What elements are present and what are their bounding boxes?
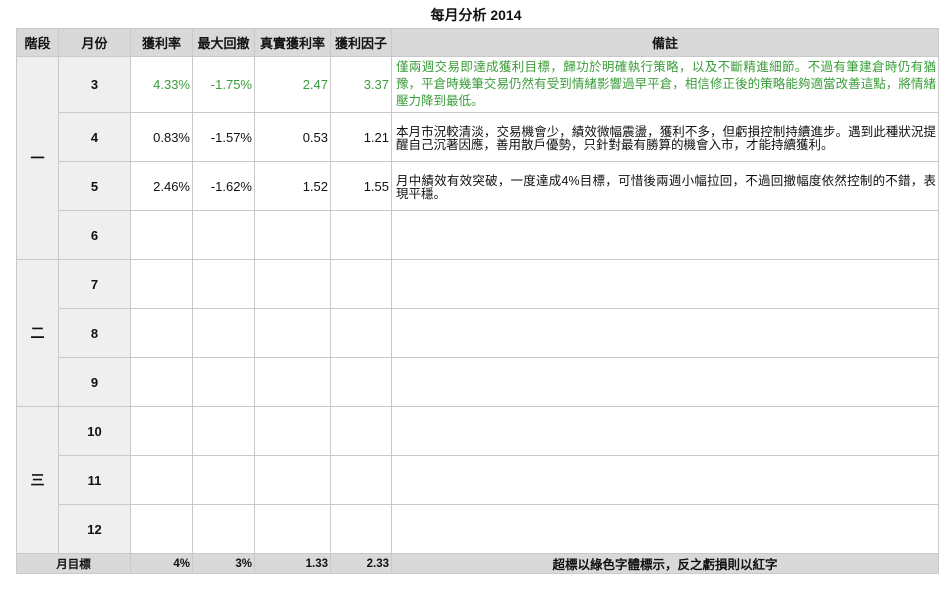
target-win-rate: 4% xyxy=(130,553,193,574)
table-row: 三 10 xyxy=(16,406,939,554)
target-row: 月目標 4% 3% 1.33 2.33 超標以綠色字體標示，反之虧損則以紅字 xyxy=(16,553,939,574)
target-note: 超標以綠色字體標示，反之虧損則以紅字 xyxy=(391,553,939,574)
note-cell: 月中績效有效突破，一度達成4%目標，可惜後兩週小幅拉回，不過回撤幅度依然控制的不… xyxy=(391,161,939,211)
note-cell xyxy=(391,357,939,407)
max-drawdown-cell xyxy=(192,308,255,358)
target-max-drawdown: 3% xyxy=(192,553,255,574)
month-cell: 5 xyxy=(58,161,131,211)
month-cell: 10 xyxy=(58,406,131,456)
profit-factor-cell: 3.37 xyxy=(330,56,392,113)
stage-cell-2: 二 xyxy=(16,259,59,407)
table-row: 一 3 4.33% -1.75% 2.47 3.37 僅兩週交易即達成獲利目標，… xyxy=(16,56,939,260)
profit-factor-cell: 1.21 xyxy=(330,112,392,162)
note-cell xyxy=(391,210,939,260)
header-notes: 備註 xyxy=(391,28,939,57)
real-win-rate-cell xyxy=(254,357,331,407)
month-cell: 7 xyxy=(58,259,131,309)
table-row: 6 xyxy=(17,210,939,260)
win-rate-cell xyxy=(130,357,193,407)
month-cell: 9 xyxy=(58,357,131,407)
target-profit-factor: 2.33 xyxy=(330,553,392,574)
win-rate-cell xyxy=(130,504,193,554)
win-rate-cell xyxy=(130,210,193,260)
win-rate-cell xyxy=(130,406,193,456)
profit-factor-cell xyxy=(330,259,392,309)
month-cell: 3 xyxy=(58,56,131,113)
note-cell: 本月市況較清淡，交易機會少，績效微幅震盪，獲利不多，但虧損控制持續進步。遇到此種… xyxy=(391,112,939,162)
header-stage: 階段 xyxy=(16,28,59,57)
max-drawdown-cell xyxy=(192,455,255,505)
profit-factor-cell xyxy=(330,504,392,554)
table-row: 11 xyxy=(17,455,939,505)
table-row: 9 xyxy=(17,357,939,407)
real-win-rate-cell: 1.52 xyxy=(254,161,331,211)
max-drawdown-cell xyxy=(192,210,255,260)
win-rate-cell xyxy=(130,455,193,505)
win-rate-cell xyxy=(130,259,193,309)
max-drawdown-cell: -1.62% xyxy=(192,161,255,211)
table-row: 8 xyxy=(17,308,939,358)
win-rate-cell: 4.33% xyxy=(130,56,193,113)
note-cell: 僅兩週交易即達成獲利目標，歸功於明確執行策略，以及不斷精進細節。不過有筆建倉時仍… xyxy=(391,56,939,113)
table-row: 二 7 xyxy=(16,259,939,407)
target-real-win-rate: 1.33 xyxy=(254,553,331,574)
header-win-rate: 獲利率 xyxy=(130,28,193,57)
win-rate-cell: 2.46% xyxy=(130,161,193,211)
month-cell: 11 xyxy=(58,455,131,505)
max-drawdown-cell: -1.75% xyxy=(192,56,255,113)
month-cell: 8 xyxy=(58,308,131,358)
profit-factor-cell: 1.55 xyxy=(330,161,392,211)
real-win-rate-cell xyxy=(254,308,331,358)
win-rate-cell: 0.83% xyxy=(130,112,193,162)
max-drawdown-cell xyxy=(192,259,255,309)
table-row: 4 0.83% -1.57% 0.53 1.21 本月市況較清淡，交易機會少，績… xyxy=(17,112,939,162)
monthly-analysis-table: 階段 月份 獲利率 最大回撤 真實獲利率 獲利因子 備註 一 3 4.33% -… xyxy=(16,28,939,574)
sheet-title: 每月分析 2014 xyxy=(430,7,522,23)
note-cell xyxy=(391,406,939,456)
real-win-rate-cell: 0.53 xyxy=(254,112,331,162)
header-month: 月份 xyxy=(58,28,131,57)
header-row: 階段 月份 獲利率 最大回撤 真實獲利率 獲利因子 備註 xyxy=(16,28,939,57)
profit-factor-cell xyxy=(330,406,392,456)
note-cell xyxy=(391,259,939,309)
profit-factor-cell xyxy=(330,455,392,505)
note-cell xyxy=(391,308,939,358)
real-win-rate-cell xyxy=(254,504,331,554)
note-cell xyxy=(391,504,939,554)
profit-factor-cell xyxy=(330,210,392,260)
max-drawdown-cell: -1.57% xyxy=(192,112,255,162)
note-cell xyxy=(391,455,939,505)
month-cell: 6 xyxy=(58,210,131,260)
real-win-rate-cell: 2.47 xyxy=(254,56,331,113)
table-row: 12 xyxy=(17,504,939,554)
real-win-rate-cell xyxy=(254,210,331,260)
header-profit-factor: 獲利因子 xyxy=(330,28,392,57)
month-cell: 4 xyxy=(58,112,131,162)
max-drawdown-cell xyxy=(192,406,255,456)
header-real-win-rate: 真實獲利率 xyxy=(254,28,331,57)
real-win-rate-cell xyxy=(254,455,331,505)
real-win-rate-cell xyxy=(254,259,331,309)
profit-factor-cell xyxy=(330,357,392,407)
stage-cell-3: 三 xyxy=(16,406,59,554)
real-win-rate-cell xyxy=(254,406,331,456)
max-drawdown-cell xyxy=(192,357,255,407)
target-label: 月目標 xyxy=(16,553,131,574)
profit-factor-cell xyxy=(330,308,392,358)
month-cell: 12 xyxy=(58,504,131,554)
stage-cell-1: 一 xyxy=(16,56,59,260)
max-drawdown-cell xyxy=(192,504,255,554)
table-row: 5 2.46% -1.62% 1.52 1.55 月中績效有效突破，一度達成4%… xyxy=(17,161,939,211)
win-rate-cell xyxy=(130,308,193,358)
header-max-drawdown: 最大回撤 xyxy=(192,28,255,57)
